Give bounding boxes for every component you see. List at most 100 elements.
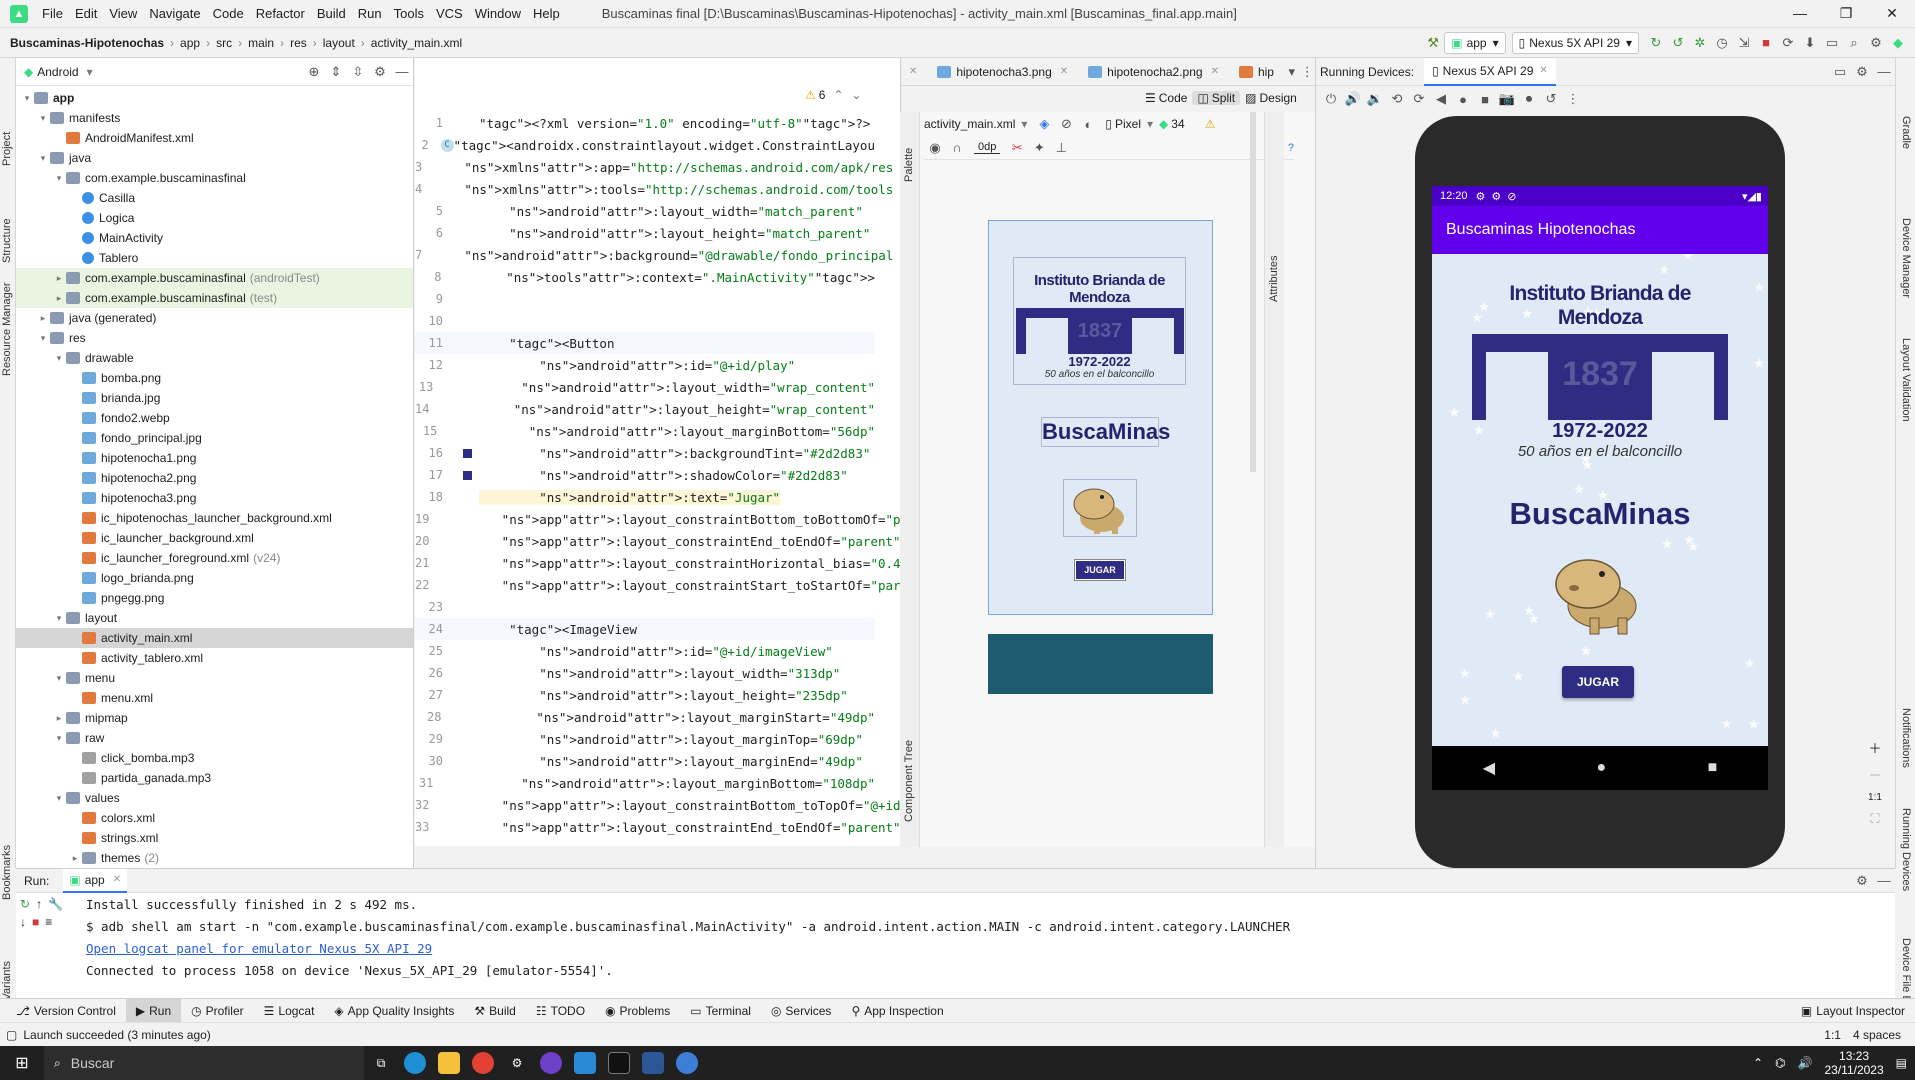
- tree-item[interactable]: ▾ drawable: [16, 348, 413, 368]
- code-line[interactable]: 28 "ns">android"attr">:layout_marginStar…: [415, 706, 875, 728]
- project-view-select[interactable]: Android: [37, 65, 78, 79]
- tree-toggle-icon[interactable]: ▾: [36, 333, 50, 344]
- tree-item[interactable]: activity_main.xml: [16, 628, 413, 648]
- menu-window[interactable]: Window: [469, 6, 527, 21]
- notifications-tool-tab[interactable]: Notifications: [1900, 708, 1912, 768]
- tree-toggle-icon[interactable]: ▾: [52, 613, 66, 624]
- cursor-position[interactable]: 1:1: [1824, 1028, 1841, 1042]
- night-mode-icon[interactable]: ◐: [1077, 113, 1099, 135]
- breadcrumb-item[interactable]: Buscaminas-Hipotenochas: [6, 36, 168, 50]
- code-line[interactable]: 2 C "tagc"><androidx.constraintlayout.widg…: [415, 134, 875, 156]
- menu-edit[interactable]: Edit: [69, 6, 103, 21]
- tree-item[interactable]: fondo2.webp: [16, 408, 413, 428]
- code-line[interactable]: 23: [415, 596, 875, 618]
- nav-back-icon[interactable]: ◀: [1483, 758, 1495, 778]
- tree-item[interactable]: ic_launcher_foreground.xml (v24): [16, 548, 413, 568]
- menu-help[interactable]: Help: [527, 6, 566, 21]
- expand-all-icon[interactable]: ⇕: [325, 61, 347, 83]
- open-logcat-link[interactable]: Open logcat panel for emulator Nexus 5X …: [86, 941, 432, 956]
- code-lines[interactable]: 1 "tagc"><?xml version="1.0" encoding="ut…: [415, 112, 901, 847]
- breadcrumb-item[interactable]: activity_main.xml: [367, 36, 466, 50]
- snapshot-icon[interactable]: ↺: [1540, 88, 1562, 110]
- notification-center-icon[interactable]: ▤: [1896, 1056, 1907, 1070]
- screenshot-icon[interactable]: 📷: [1496, 88, 1518, 110]
- indent-setting[interactable]: 4 spaces: [1853, 1028, 1901, 1042]
- tree-toggle-icon[interactable]: ▾: [52, 793, 66, 804]
- tree-item[interactable]: hipotenocha3.png: [16, 488, 413, 508]
- network-icon[interactable]: ⌬: [1775, 1056, 1785, 1070]
- close-tab-icon[interactable]: ✕: [113, 874, 121, 885]
- code-line[interactable]: 15 "ns">android"attr">:layout_marginBott…: [415, 420, 875, 442]
- tool-tab-terminal[interactable]: ▭ Terminal: [680, 999, 761, 1023]
- tray-chevron-icon[interactable]: ⌃: [1753, 1056, 1763, 1070]
- settings-icon[interactable]: ⚙: [1865, 32, 1887, 54]
- hide-panel-icon[interactable]: —: [391, 61, 413, 83]
- tree-item[interactable]: Tablero: [16, 248, 413, 268]
- device-manager-tool-tab[interactable]: Device Manager: [1900, 218, 1912, 298]
- minimize-icon[interactable]: —: [1777, 5, 1823, 22]
- github-desktop-icon[interactable]: [534, 1046, 568, 1080]
- windows-start-icon[interactable]: ⊞: [0, 1046, 44, 1080]
- vscode-icon[interactable]: [568, 1046, 602, 1080]
- tool-tab-profiler[interactable]: ◷ Profiler: [181, 999, 254, 1023]
- apply-changes-icon[interactable]: ↺: [1667, 32, 1689, 54]
- jugar-button[interactable]: JUGAR: [1562, 666, 1634, 698]
- tree-item[interactable]: click_bomba.mp3: [16, 748, 413, 768]
- taskbar-search[interactable]: ⌕ Buscar: [44, 1046, 364, 1080]
- overview-icon[interactable]: ■: [1474, 88, 1496, 110]
- tree-item[interactable]: activity_tablero.xml: [16, 648, 413, 668]
- edge-icon[interactable]: [398, 1046, 432, 1080]
- breadcrumb-item[interactable]: layout: [319, 36, 359, 50]
- device-manager-icon[interactable]: ▭: [1821, 32, 1843, 54]
- search-icon[interactable]: ⌕: [1843, 32, 1865, 54]
- code-line[interactable]: 31 "ns">android"attr">:layout_marginBott…: [415, 772, 875, 794]
- run-config-tab[interactable]: ▣ app ✕: [63, 868, 128, 893]
- component-tree-tab[interactable]: Component Tree: [903, 740, 915, 822]
- tool-tab-app-quality-insights[interactable]: ◈ App Quality Insights: [324, 999, 464, 1023]
- inspection-widget[interactable]: ⚠ 6 ⌃ ⌄: [805, 88, 862, 102]
- tree-item[interactable]: ic_hipotenochas_launcher_background.xml: [16, 508, 413, 528]
- tree-toggle-icon[interactable]: ▾: [36, 153, 50, 164]
- code-line[interactable]: 18 "ns">android"attr">:text="Jugar": [415, 486, 875, 508]
- code-line[interactable]: 16 "ns">android"attr">:backgroundTint="#…: [415, 442, 875, 464]
- code-line[interactable]: 3 "ns">xmlns"attr">:app="http://schemas.…: [415, 156, 893, 178]
- split-mode-button[interactable]: ◫ Split: [1192, 91, 1241, 105]
- code-line[interactable]: 19 "ns">app"attr">:layout_constraintBott…: [415, 508, 901, 530]
- tool-tab-todo[interactable]: ☷ TODO: [526, 999, 595, 1023]
- tree-item[interactable]: strings.xml: [16, 828, 413, 848]
- tool-tab-services[interactable]: ◎ Services: [761, 999, 842, 1023]
- record-icon[interactable]: ⏺: [1518, 88, 1540, 110]
- eye-icon[interactable]: ◉: [924, 137, 946, 159]
- settings-icon[interactable]: ⚙: [1851, 61, 1873, 83]
- device-preview-select[interactable]: Pixel: [1115, 117, 1141, 131]
- nav-recents-icon[interactable]: ■: [1708, 759, 1718, 777]
- code-line[interactable]: 17 "ns">android"attr">:shadowColor="#2d2…: [415, 464, 875, 486]
- close-tab-icon[interactable]: ✕: [909, 66, 917, 77]
- layout-inspector-tab[interactable]: ▣ Layout Inspector: [1791, 999, 1915, 1023]
- chevron-up-icon[interactable]: ⌃: [833, 88, 843, 102]
- blueprint-preview[interactable]: [988, 634, 1213, 694]
- code-line[interactable]: 14 "ns">android"attr">:layout_height="wr…: [415, 398, 875, 420]
- tree-toggle-icon[interactable]: ▾: [52, 733, 66, 744]
- code-line[interactable]: 9: [415, 288, 875, 310]
- tree-item[interactable]: ic_launcher_background.xml: [16, 528, 413, 548]
- close-icon[interactable]: ✕: [1869, 5, 1915, 22]
- hide-panel-icon[interactable]: —: [1873, 61, 1895, 83]
- tree-item[interactable]: fondo_principal.jpg: [16, 428, 413, 448]
- tree-item[interactable]: ▸ mipmap: [16, 708, 413, 728]
- stop-icon[interactable]: ■: [1755, 32, 1777, 54]
- menu-code[interactable]: Code: [207, 6, 250, 21]
- breadcrumb-item[interactable]: res: [286, 36, 311, 50]
- volume-icon[interactable]: 🔊: [1798, 1056, 1813, 1070]
- tree-toggle-icon[interactable]: ▾: [52, 353, 66, 364]
- menu-vcs[interactable]: VCS: [430, 6, 469, 21]
- tree-item[interactable]: brianda.jpg: [16, 388, 413, 408]
- code-line[interactable]: 24 "tagc"><ImageView: [415, 618, 875, 640]
- tree-toggle-icon[interactable]: ▾: [52, 173, 66, 184]
- tool-tab-app-inspection[interactable]: ⚲ App Inspection: [841, 999, 953, 1023]
- chevron-down-icon[interactable]: ⌄: [852, 88, 862, 102]
- attributes-tab[interactable]: Attributes: [1268, 256, 1280, 302]
- tree-item[interactable]: MainActivity: [16, 228, 413, 248]
- tree-item[interactable]: bomba.png: [16, 368, 413, 388]
- menu-tools[interactable]: Tools: [388, 6, 430, 21]
